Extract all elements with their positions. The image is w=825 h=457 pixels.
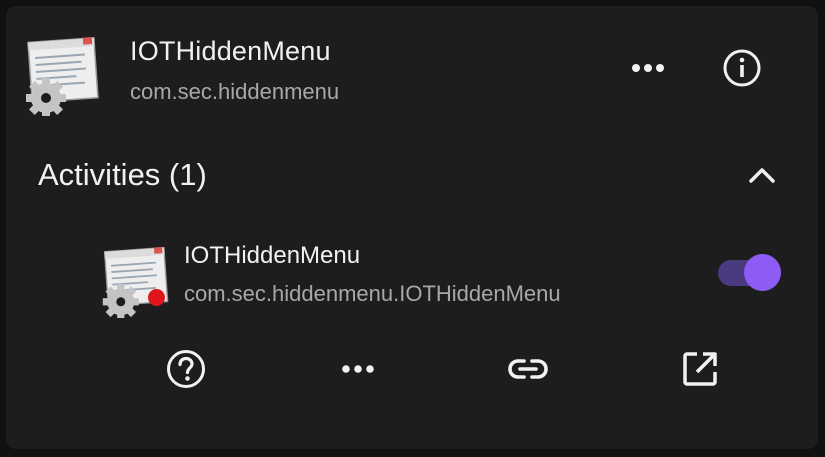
info-icon [723,49,761,87]
activity-more-options-button[interactable] [332,343,384,395]
activity-status-dot [148,289,165,306]
app-name: IOTHiddenMenu [130,36,331,66]
more-horizontal-icon [342,365,374,373]
more-horizontal-icon [632,64,664,72]
info-button[interactable] [716,42,768,94]
activity-name: IOTHiddenMenu [184,242,361,269]
activity-settings-window-gear-icon [102,246,169,318]
app-card: IOTHiddenMenu com.sec.hiddenmenu Activit… [6,6,818,449]
link-icon [508,359,548,379]
help-button[interactable] [160,343,212,395]
help-circle-icon [167,350,205,388]
open-external-icon [683,352,717,386]
chevron-up-icon [749,168,775,183]
activity-enabled-toggle[interactable] [716,254,781,291]
launch-activity-button[interactable] [674,343,726,395]
more-options-button[interactable] [622,42,674,94]
copy-link-button[interactable] [502,343,554,395]
settings-window-gear-icon [26,36,99,116]
collapse-activities-button[interactable] [736,149,788,201]
activity-class-name: com.sec.hiddenmenu.IOTHiddenMenu [184,281,561,306]
app-package: com.sec.hiddenmenu [130,79,340,104]
activities-section-title: Activities (1) [38,157,207,192]
toggle-thumb [744,254,781,291]
